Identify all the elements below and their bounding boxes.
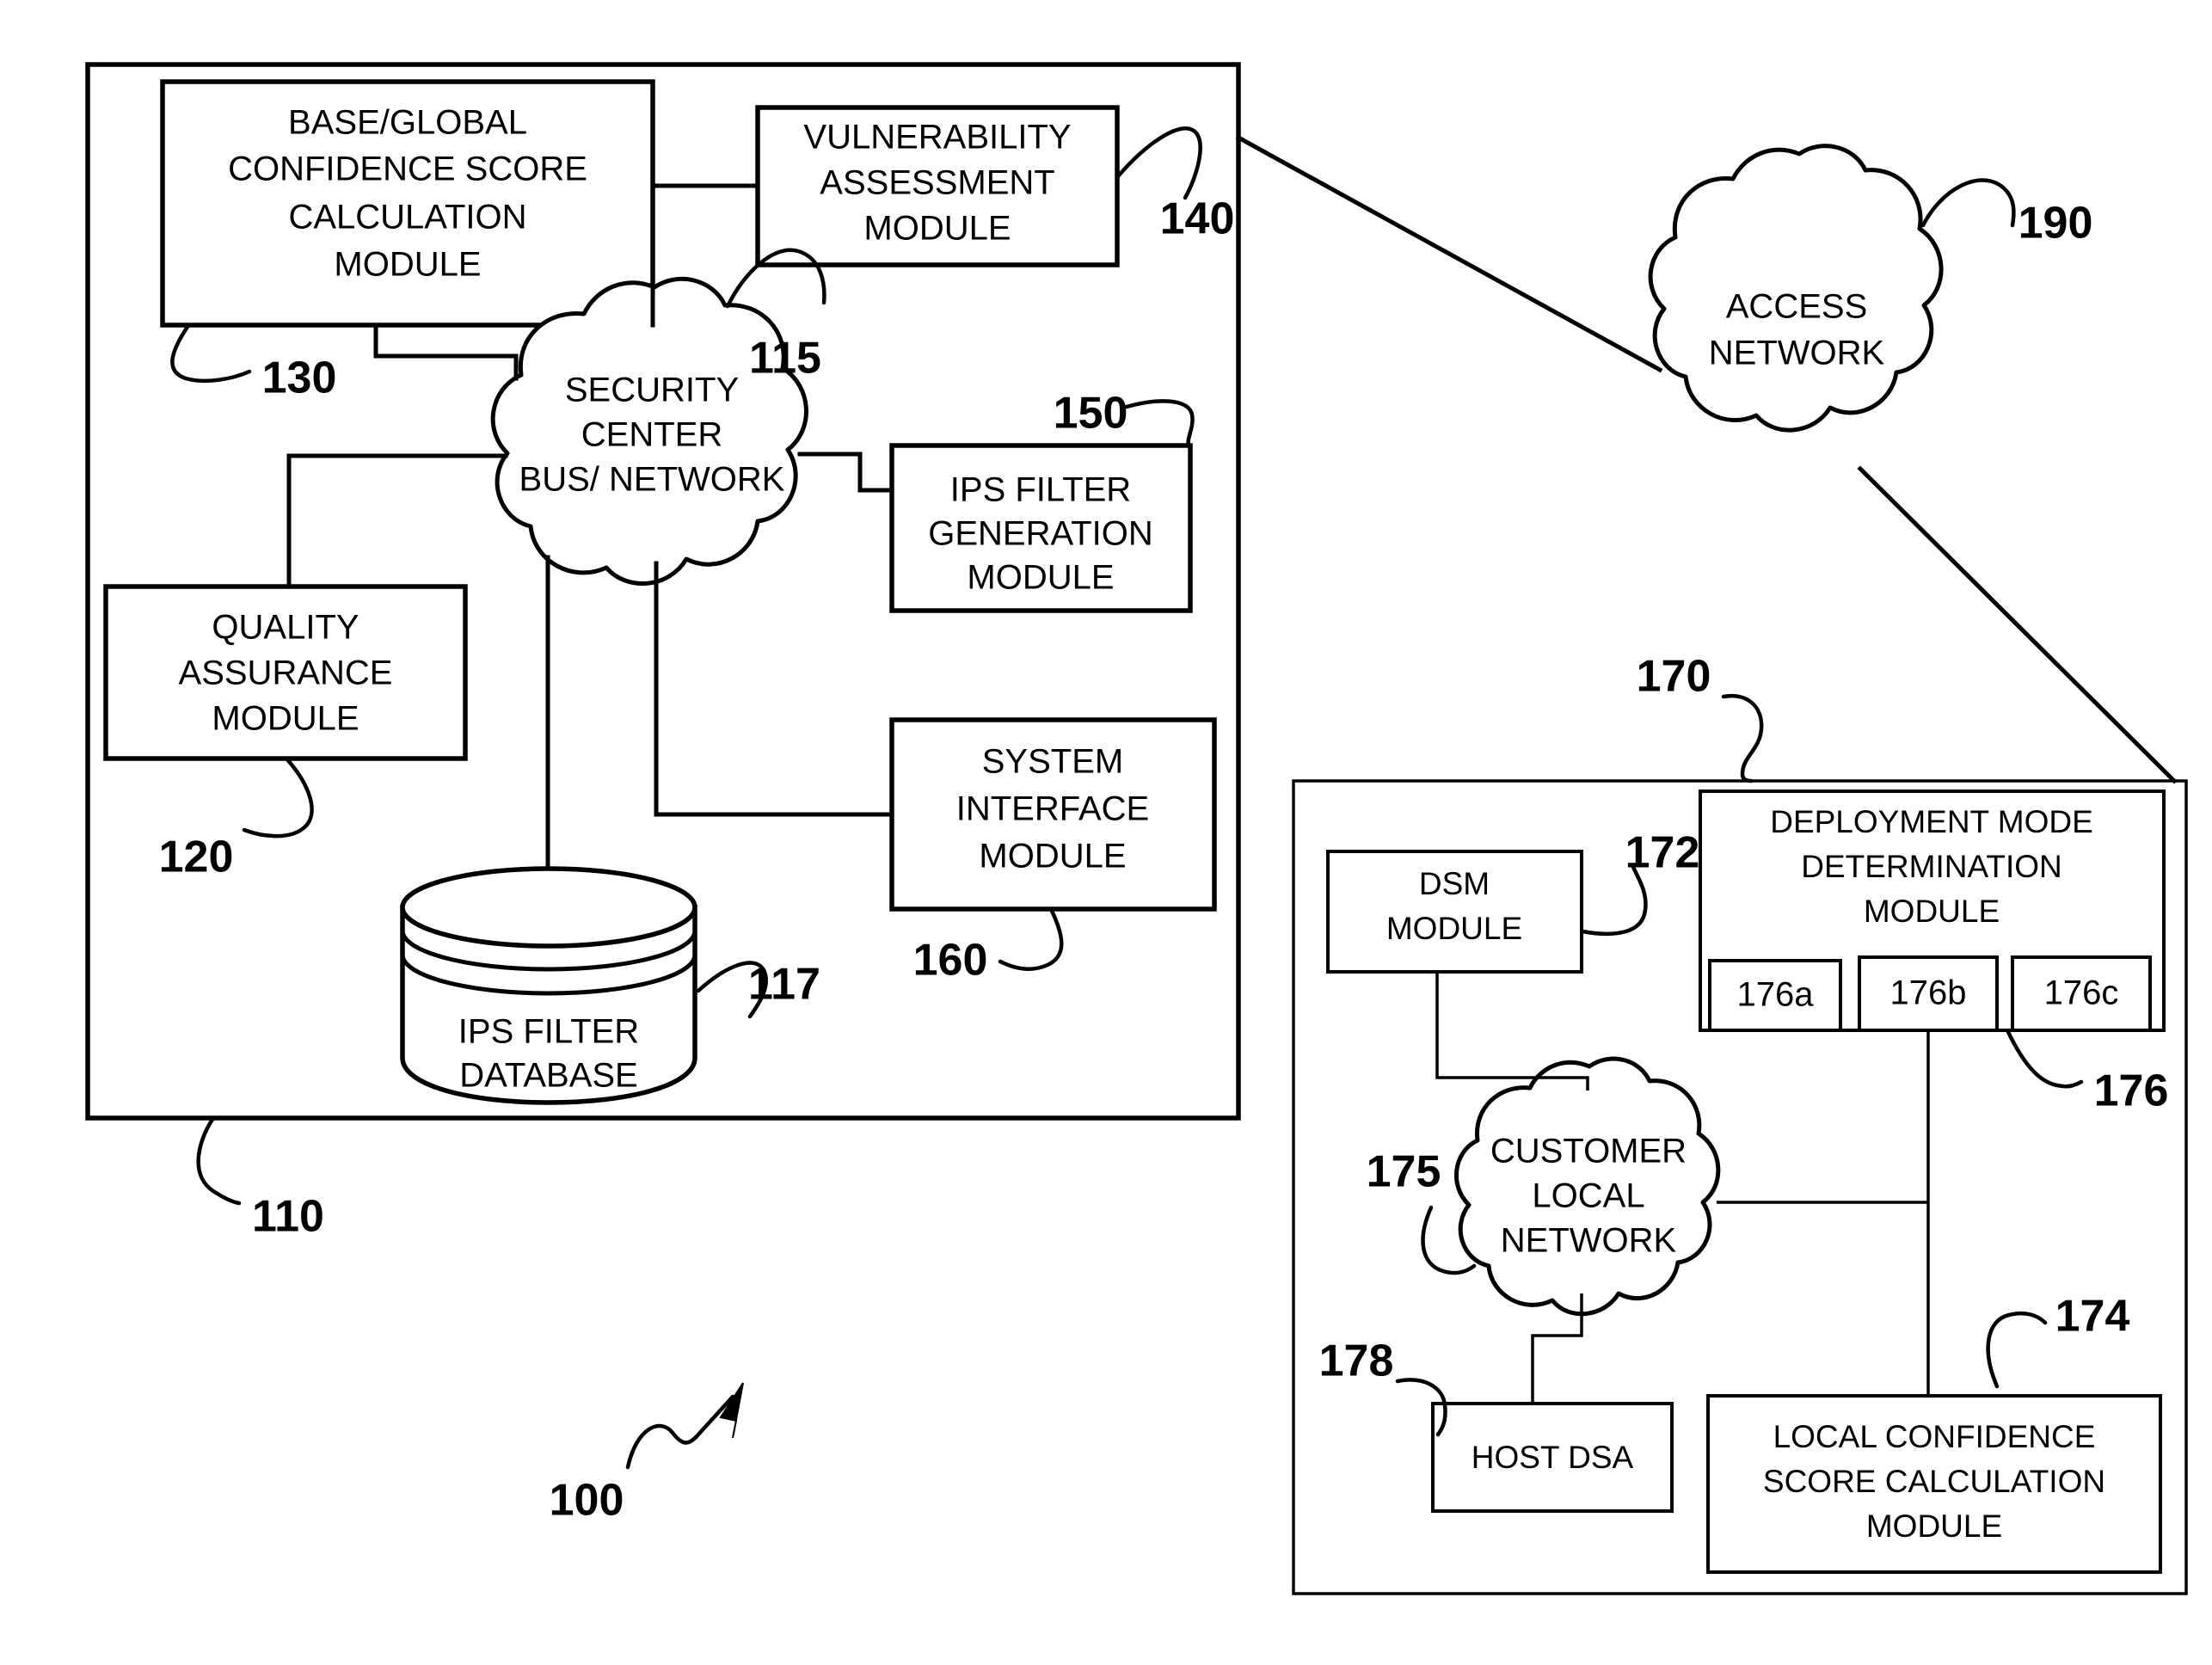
vulnerability-module-line2: ASSESSMENT <box>820 164 1054 202</box>
figure-ref-100-arrowhead <box>719 1382 744 1439</box>
deployment-submodule-176b-label: 176b <box>1890 974 1967 1012</box>
ref-label-175: 175 <box>1367 1147 1441 1197</box>
ref-label-174: 174 <box>2055 1292 2130 1342</box>
ips-filter-generation-line1: IPS FILTER <box>950 471 1131 509</box>
ref-label-178: 178 <box>1319 1336 1394 1386</box>
host-dsa-line1: HOST DSA <box>1472 1440 1634 1475</box>
ref-leader-110 <box>196 1115 242 1206</box>
ips-filter-database-line2: DATABASE <box>459 1057 637 1095</box>
dsm-module-line1: DSM <box>1419 866 1490 901</box>
ref-label-130: 130 <box>262 353 337 403</box>
quality-assurance-line2: ASSURANCE <box>179 654 393 692</box>
quality-assurance-line1: QUALITY <box>212 609 359 647</box>
security-center-bus-label-line1: SECURITY <box>565 372 739 409</box>
local-confidence-line3: MODULE <box>1866 1508 2002 1544</box>
access-network-line1: ACCESS <box>1726 288 1868 326</box>
base-global-module-line4: MODULE <box>334 246 481 284</box>
quality-assurance-line3: MODULE <box>212 700 359 738</box>
ref-label-140: 140 <box>1160 194 1235 244</box>
deployment-submodule-176c-label: 176c <box>2044 974 2119 1012</box>
deployment-mode-line1: DEPLOYMENT MODE <box>1770 804 2093 839</box>
ref-label-190: 190 <box>2018 199 2093 249</box>
ref-label-170: 170 <box>1637 652 1711 702</box>
ref-label-120: 120 <box>159 832 234 882</box>
system-interface-line3: MODULE <box>979 838 1126 876</box>
access-network-line2: NETWORK <box>1709 335 1885 372</box>
link-security-center-to-access-network <box>1235 134 1663 373</box>
link-access-network-to-customer-site <box>1857 465 2178 784</box>
ref-label-160: 160 <box>913 936 988 986</box>
deployment-mode-line3: MODULE <box>1864 894 2000 929</box>
deployment-submodule-176a-label: 176a <box>1737 976 1815 1014</box>
customer-local-network-line3: NETWORK <box>1501 1222 1677 1260</box>
base-global-module-line3: CALCULATION <box>288 199 526 237</box>
ref-leader-190 <box>1920 178 2016 228</box>
deployment-mode-line2: DETERMINATION <box>1801 849 2062 884</box>
patent-figure-diagram: BASE/GLOBAL CONFIDENCE SCORE CALCULATION… <box>85 62 2188 1595</box>
figure-ref-100-arrow <box>625 1382 744 1470</box>
security-center-bus-label-line3: BUS/ NETWORK <box>519 461 785 499</box>
ref-label-117: 117 <box>748 960 820 1010</box>
ref-label-115: 115 <box>749 334 821 384</box>
base-global-module-line2: CONFIDENCE SCORE <box>228 151 587 188</box>
ref-label-110: 110 <box>252 1192 324 1242</box>
figure-root: BASE/GLOBAL CONFIDENCE SCORE CALCULATION… <box>0 0 2212 1665</box>
local-confidence-line1: LOCAL CONFIDENCE <box>1773 1419 2096 1454</box>
ref-leader-170 <box>1721 693 1764 783</box>
ips-filter-generation-line3: MODULE <box>967 559 1114 597</box>
system-interface-line2: INTERFACE <box>956 790 1149 828</box>
local-confidence-line2: SCORE CALCULATION <box>1763 1464 2105 1499</box>
customer-local-network-line1: CUSTOMER <box>1490 1133 1687 1170</box>
ref-label-172: 172 <box>1625 828 1700 878</box>
vulnerability-module-line1: VULNERABILITY <box>803 119 1071 157</box>
figure-ref-100-leader <box>625 1394 735 1470</box>
ips-filter-database-top-disc-1 <box>400 866 697 949</box>
customer-local-network-line2: LOCAL <box>1532 1177 1644 1215</box>
ips-filter-database-line1: IPS FILTER <box>458 1013 639 1051</box>
security-center-bus-label-line2: CENTER <box>581 416 722 454</box>
ref-label-176: 176 <box>2094 1066 2169 1116</box>
base-global-module-line1: BASE/GLOBAL <box>288 104 527 142</box>
ips-filter-generation-line2: GENERATION <box>928 515 1153 553</box>
ref-label-100: 100 <box>550 1476 624 1526</box>
ref-label-150: 150 <box>1054 389 1128 439</box>
dsm-module-line2: MODULE <box>1386 911 1522 946</box>
system-interface-line1: SYSTEM <box>982 743 1123 781</box>
vulnerability-module-line3: MODULE <box>863 210 1011 248</box>
